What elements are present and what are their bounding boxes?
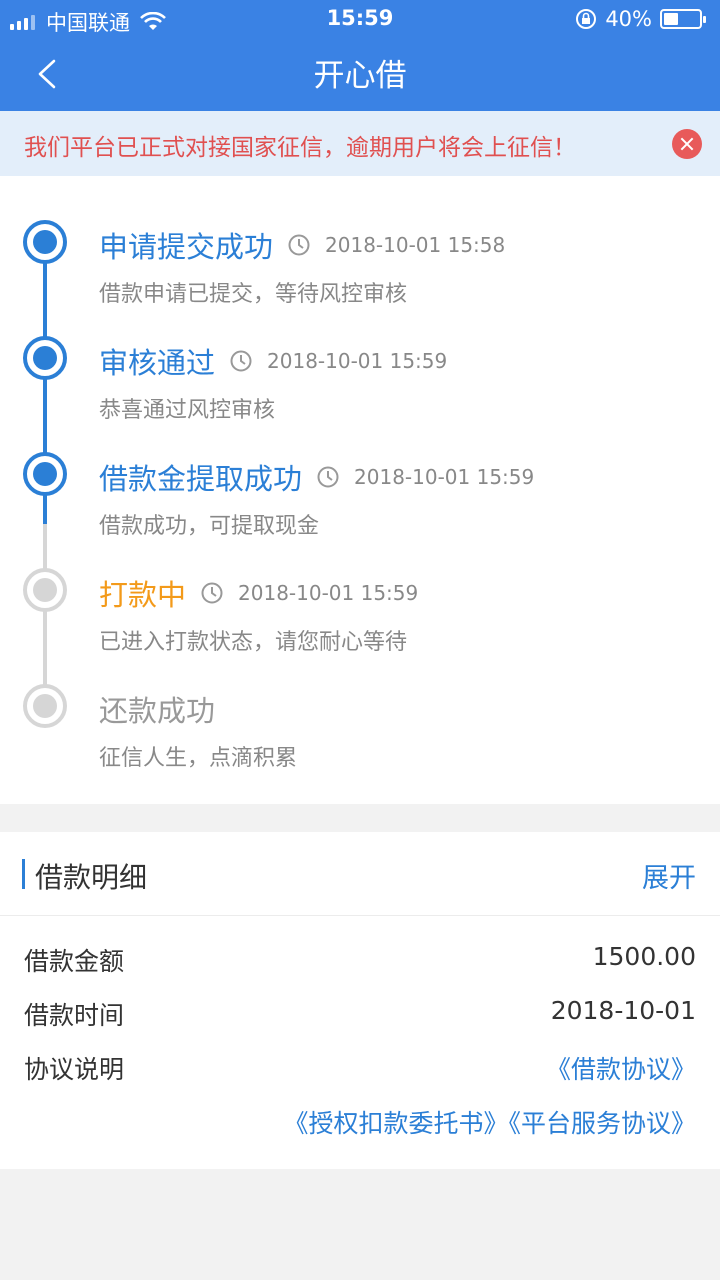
step-dot — [23, 684, 67, 728]
close-notice-button[interactable] — [672, 129, 702, 159]
timeline-line-pending — [43, 524, 47, 704]
clock-icon — [201, 582, 223, 604]
step-title: 申请提交成功 — [99, 230, 274, 264]
step-dot — [23, 336, 67, 380]
step-description: 借款申请已提交，等待风控审核 — [99, 282, 408, 307]
loan-detail-card: 借款明细 展开 借款金额 1500.00 借款时间 2018-10-01 协议说… — [0, 832, 720, 1169]
page-title: 开心借 — [313, 58, 407, 94]
loan-detail-header: 借款明细 展开 — [0, 832, 720, 916]
step-time: 2018-10-01 15:59 — [238, 581, 419, 605]
clock-icon — [288, 234, 310, 256]
step-time: 2018-10-01 15:59 — [354, 465, 535, 489]
agreement-label: 协议说明 — [24, 1055, 125, 1084]
timeline-step: 审核通过 2018-10-01 15:59 恭喜通过风控审核 — [99, 340, 447, 424]
battery-icon — [660, 9, 706, 29]
step-dot — [23, 568, 67, 612]
date-label: 借款时间 — [24, 1001, 125, 1030]
clock-icon — [230, 350, 252, 372]
status-bar: 中国联通 15:59 40% — [0, 0, 720, 38]
step-title: 打款中 — [99, 578, 187, 612]
step-time: 2018-10-01 15:58 — [325, 233, 506, 257]
step-title: 还款成功 — [99, 694, 216, 728]
expand-button[interactable]: 展开 — [642, 856, 696, 895]
timeline-step: 还款成功 征信人生，点滴积累 — [99, 688, 297, 772]
agreement-links: 《授权扣款委托书》《平台服务协议》 — [283, 1104, 696, 1140]
date-value: 2018-10-01 — [550, 996, 696, 1025]
platform-service-agreement-link[interactable]: 《平台服务协议》 — [508, 1109, 696, 1138]
debit-authorization-link[interactable]: 《授权扣款委托书》 — [283, 1109, 508, 1138]
step-description: 恭喜通过风控审核 — [99, 398, 276, 423]
step-description: 征信人生，点滴积累 — [99, 746, 298, 771]
rotation-lock-icon — [576, 9, 597, 29]
amount-label: 借款金额 — [24, 947, 125, 976]
timeline-step: 申请提交成功 2018-10-01 15:58 借款申请已提交，等待风控审核 — [99, 224, 505, 308]
timeline-step: 打款中 2018-10-01 15:59 已进入打款状态，请您耐心等待 — [99, 572, 418, 656]
section-accent-bar — [22, 859, 25, 889]
step-title: 审核通过 — [99, 346, 216, 380]
clock-icon — [317, 466, 339, 488]
timeline-step: 借款金提取成功 2018-10-01 15:59 借款成功，可提取现金 — [99, 456, 534, 540]
loan-agreement-link[interactable]: 《借款协议》 — [546, 1050, 696, 1086]
step-dot — [23, 220, 67, 264]
section-title: 借款明细 — [35, 861, 148, 894]
notice-banner: 我们平台已正式对接国家征信，逾期用户将会上征信！ — [0, 111, 720, 176]
progress-timeline: 申请提交成功 2018-10-01 15:58 借款申请已提交，等待风控审核 审… — [0, 176, 720, 804]
app-header: 中国联通 15:59 40% 开心借 — [0, 0, 720, 111]
step-time: 2018-10-01 15:59 — [267, 349, 448, 373]
step-description: 已进入打款状态，请您耐心等待 — [99, 630, 408, 655]
step-description: 借款成功，可提取现金 — [99, 514, 320, 539]
step-dot — [23, 452, 67, 496]
battery-percent: 40% — [605, 7, 652, 31]
notice-text: 我们平台已正式对接国家征信，逾期用户将会上征信！ — [24, 135, 576, 161]
step-title: 借款金提取成功 — [99, 462, 303, 496]
amount-value: 1500.00 — [592, 942, 696, 971]
